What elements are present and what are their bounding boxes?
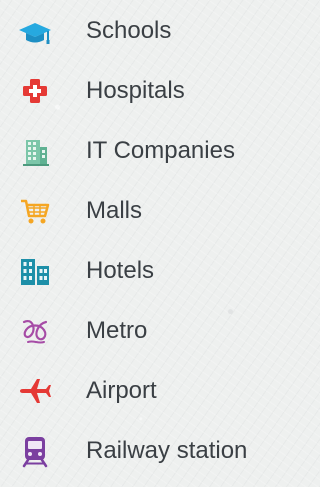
legend-item-it-companies: IT Companies [0,127,306,175]
legend-item-label: Metro [86,317,148,344]
legend-item-railway-station: Railway station [0,427,306,475]
legend-item-label: Airport [86,377,157,404]
airplane-icon [18,374,52,408]
legend-item-hospitals: Hospitals [0,67,306,115]
amenities-legend: Schools Hospitals IT Companies Malls Hot… [0,0,306,487]
legend-item-label: Railway station [86,437,248,464]
office-building-icon [18,134,52,168]
hotel-buildings-icon [18,254,52,288]
legend-item-label: IT Companies [86,137,235,164]
legend-item-label: Hotels [86,257,155,284]
shopping-cart-icon [18,194,52,228]
metro-logo-icon [18,314,52,348]
legend-item-malls: Malls [0,187,306,235]
legend-item-label: Schools [86,17,172,44]
legend-item-metro: Metro [0,307,306,355]
legend-item-label: Malls [86,197,143,224]
legend-item-label: Hospitals [86,77,185,104]
legend-item-schools: Schools [0,7,306,55]
legend-item-airport: Airport [0,367,306,415]
graduation-cap-icon [18,14,52,48]
train-icon [18,434,52,468]
hospital-cross-icon [18,74,52,108]
legend-item-hotels: Hotels [0,247,306,295]
